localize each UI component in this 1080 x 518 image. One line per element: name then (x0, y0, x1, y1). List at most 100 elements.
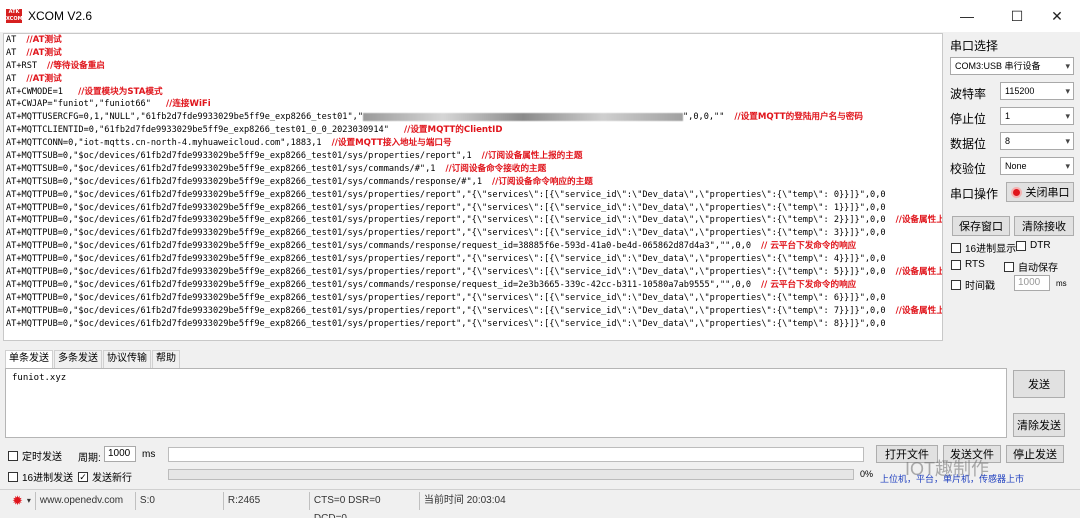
title-bar: ATK XCOM XCOM V2.6 — ☐ ✕ (0, 0, 1080, 32)
receive-comment: //AT测试 (26, 47, 62, 58)
clear-receive-button[interactable]: 清除接收 (1014, 216, 1074, 236)
checkbox-box (951, 242, 961, 253)
send-newline-label: 发送新行 (92, 473, 132, 484)
receive-line: AT+MQTTPUB=0,"$oc/devices/61fb2d7fde9933… (4, 227, 942, 240)
parity-select[interactable]: None ▾ (1000, 157, 1074, 175)
receive-command: AT+MQTTPUB=0,"$oc/devices/61fb2d7fde9933… (6, 228, 886, 239)
send-input[interactable]: funiot.xyz (5, 368, 1007, 438)
hex-send-label: 16进制发送 (22, 473, 74, 484)
receive-comment: //订阅设备命令响应的主题 (492, 176, 593, 187)
auto-save-label: 自动保存 (1018, 263, 1058, 274)
port-status-icon (1010, 186, 1022, 198)
tab-help[interactable]: 帮助 (152, 350, 180, 368)
auto-save-checkbox[interactable]: 自动保存 (1004, 259, 1058, 274)
period-label: 周期: (78, 453, 101, 464)
receive-command-tail: ",0,0,"" (683, 112, 725, 123)
send-progress-bar (168, 469, 854, 480)
receive-line: AT+MQTTPUB=0,"$oc/devices/61fb2d7fde9933… (4, 189, 942, 202)
tab-single-send[interactable]: 单条发送 (5, 350, 53, 368)
receive-command: AT+MQTTSUB=0,"$oc/devices/61fb2d7fde9933… (6, 163, 436, 174)
receive-comment: // 云平台下发命令的响应 (761, 279, 857, 290)
receive-line: AT+MQTTPUB=0,"$oc/devices/61fb2d7fde9933… (4, 240, 942, 253)
send-button[interactable]: 发送 (1013, 370, 1065, 398)
rts-checkbox[interactable]: RTS (951, 259, 985, 270)
receive-command: AT+MQTTPUB=0,"$oc/devices/61fb2d7fde9933… (6, 267, 886, 278)
receive-command: AT+MQTTPUB=0,"$oc/devices/61fb2d7fde9933… (6, 305, 886, 316)
receive-comment: //等待设备重启 (47, 60, 105, 71)
dtr-checkbox[interactable]: DTR (1016, 240, 1051, 251)
receive-line: AT+MQTTPUB=0,"$oc/devices/61fb2d7fde9933… (4, 266, 942, 279)
parity-value: None (1005, 161, 1027, 171)
baud-select[interactable]: 115200 ▾ (1000, 82, 1074, 100)
receive-comment: //订阅设备属性上报的主题 (481, 151, 583, 162)
hex-display-checkbox[interactable]: 16进制显示 (951, 240, 1016, 255)
receive-comment: //设置模块为STA模式 (78, 86, 163, 97)
receive-line: AT+MQTTPUB=0,"$oc/devices/61fb2d7fde9933… (4, 305, 942, 318)
send-flags-row: 16进制发送 ✓ 发送新行 0% (8, 468, 888, 484)
timestamp-input[interactable]: 1000 (1014, 275, 1050, 291)
receive-line: AT+MQTTCONN=0,"iot-mqtts.cn-north-4.myhu… (4, 137, 942, 150)
redacted-password (363, 112, 683, 121)
receive-line: AT+MQTTPUB=0,"$oc/devices/61fb2d7fde9933… (4, 253, 942, 266)
receive-command: AT+MQTTPUB=0,"$oc/devices/61fb2d7fde9933… (6, 279, 752, 290)
sent-count: S:0 (134, 491, 223, 510)
receive-line: AT+MQTTPUB=0,"$oc/devices/61fb2d7fde9933… (4, 292, 942, 305)
receive-comment: //设备属性上报 (895, 305, 942, 316)
receive-line: AT //AT测试 (4, 47, 942, 60)
receive-command: AT+MQTTPUB=0,"$oc/devices/61fb2d7fde9933… (6, 241, 752, 252)
minimize-button[interactable]: — (944, 0, 990, 32)
receive-comment: // 云平台下发命令的响应 (761, 241, 857, 252)
save-window-button[interactable]: 保存窗口 (952, 216, 1010, 236)
receive-line: AT+RST //等待设备重启 (4, 60, 942, 73)
checkbox-box (1004, 261, 1014, 272)
chevron-down-icon: ▾ (1065, 61, 1070, 71)
receive-command: AT+MQTTSUB=0,"$oc/devices/61fb2d7fde9933… (6, 176, 482, 187)
receive-line: AT+CWJAP="funiot","funiot66" //连接WiFi (4, 98, 942, 111)
send-history-field[interactable] (168, 447, 864, 462)
send-tabs: 单条发送 多条发送 协议传输 帮助 (5, 350, 181, 368)
gear-icon[interactable]: ✹ (12, 493, 23, 509)
receive-area[interactable]: AT//AT测试 AT//AT测试 AT+RST//等待设备重启 AT//AT测试 AT… (3, 33, 943, 341)
clear-send-button[interactable]: 清除发送 (1013, 413, 1065, 437)
receive-command: AT+MQTTCLIENTID=0,"61fb2d7fde9933029be5f… (6, 125, 395, 136)
receive-line: AT+MQTTUSERCFG=0,1,"NULL","61fb2d7fde993… (4, 111, 942, 124)
stop-send-button[interactable]: 停止发送 (1006, 445, 1064, 463)
checkbox-box (8, 471, 18, 482)
stop-bits-select[interactable]: 1 ▾ (1000, 107, 1074, 125)
receive-comment: //设置MQTT的ClientID (404, 125, 503, 136)
checkbox-box (8, 450, 18, 461)
receive-comment: //连接WiFi (166, 99, 211, 110)
send-options-row: 定时发送 周期: 1000 ms (8, 446, 868, 464)
status-bar: ✹ ▾ www.openedv.com S:0 R:2465 CTS=0 DSR… (0, 489, 1080, 518)
website-link[interactable]: www.openedv.com (34, 491, 135, 510)
modem-lines: CTS=0 DSR=0 DCD=0 (308, 491, 419, 518)
receive-comment: //订阅设备命令接收的主题 (445, 163, 547, 174)
chevron-down-icon: ▾ (1065, 136, 1070, 146)
checkbox-box (951, 279, 961, 290)
data-bits-select[interactable]: 8 ▾ (1000, 132, 1074, 150)
tab-protocol[interactable]: 协议传输 (103, 350, 151, 368)
receive-line: AT //AT测试 (4, 34, 942, 47)
receive-line: AT+MQTTSUB=0,"$oc/devices/61fb2d7fde9933… (4, 176, 942, 189)
chevron-down-icon[interactable]: ▾ (27, 496, 31, 505)
receive-line: AT+CWMODE=1 //设置模块为STA模式 (4, 86, 942, 99)
receive-command: AT+MQTTPUB=0,"$oc/devices/61fb2d7fde9933… (6, 189, 886, 200)
close-button[interactable]: ✕ (1034, 0, 1080, 32)
receive-command: AT+MQTTSUB=0,"$oc/devices/61fb2d7fde9933… (6, 151, 472, 162)
dtr-label: DTR (1030, 240, 1051, 251)
timestamp-checkbox[interactable]: 时间戳 (951, 277, 995, 292)
receive-command: AT+MQTTPUB=0,"$oc/devices/61fb2d7fde9933… (6, 254, 886, 265)
hex-send-checkbox[interactable]: 16进制发送 (8, 469, 73, 484)
timed-send-checkbox[interactable]: 定时发送 (8, 448, 62, 463)
receive-comment: //设备属性上报 (895, 215, 942, 226)
checkbox-box (951, 259, 961, 270)
receive-comment: //设置MQTT接入地址与端口号 (331, 138, 452, 149)
tab-multi-send[interactable]: 多条发送 (54, 350, 102, 368)
receive-command: AT+MQTTPUB=0,"$oc/devices/61fb2d7fde9933… (6, 215, 886, 226)
period-input[interactable]: 1000 (104, 446, 136, 462)
receive-comment: //设置MQTT的登陆用户名与密码 (734, 112, 863, 123)
send-newline-checkbox[interactable]: ✓ 发送新行 (78, 469, 132, 484)
port-select[interactable]: COM3:USB 串行设备 ▾ (950, 57, 1074, 75)
close-port-button[interactable]: 关闭串口 (1006, 182, 1074, 202)
received-count: R:2465 (222, 491, 309, 510)
